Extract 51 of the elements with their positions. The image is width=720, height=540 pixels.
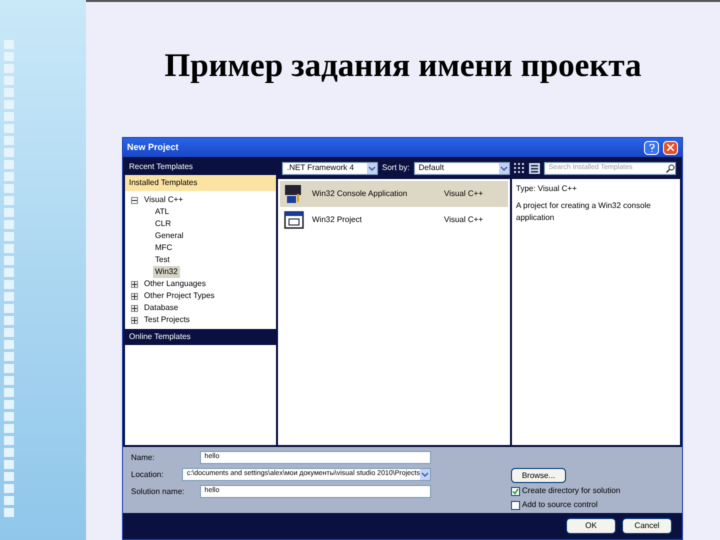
window-app-icon bbox=[284, 210, 304, 230]
sidebar-header[interactable]: Recent Templates bbox=[125, 159, 276, 175]
search-icon bbox=[666, 164, 675, 172]
expand-icon[interactable] bbox=[131, 280, 138, 288]
field-label: Location: bbox=[131, 468, 164, 480]
sort-label: Sort by: bbox=[382, 162, 410, 174]
close-icon bbox=[667, 144, 674, 151]
console-app-icon bbox=[284, 184, 304, 204]
template-name: Win32 Project bbox=[312, 214, 363, 226]
template-language: Visual C++ bbox=[444, 214, 484, 226]
expand-icon[interactable] bbox=[131, 292, 138, 300]
template-row[interactable]: Win32 Project Visual C++ bbox=[280, 207, 508, 233]
expand-icon[interactable] bbox=[131, 304, 138, 312]
field-label: Solution name: bbox=[131, 486, 186, 498]
question-icon bbox=[648, 144, 654, 152]
sort-dropdown[interactable]: Default bbox=[414, 162, 510, 174]
checkbox-label: Add to source control bbox=[522, 499, 598, 511]
cancel-button[interactable]: Cancel bbox=[622, 518, 672, 534]
framework-dropdown[interactable]: .NET Framework 4 bbox=[282, 162, 378, 174]
tree-item[interactable]: Test Projects bbox=[142, 314, 192, 326]
tree-item[interactable]: Database bbox=[142, 302, 180, 314]
tree-item[interactable]: MFC bbox=[153, 242, 174, 254]
tree-item[interactable]: CLR bbox=[153, 218, 174, 230]
sidebar-header[interactable]: Installed Templates bbox=[125, 175, 276, 191]
checkbox-label: Create directory for solution bbox=[522, 485, 620, 497]
field-label: Name: bbox=[131, 452, 156, 464]
help-button[interactable] bbox=[644, 140, 659, 154]
tree-item[interactable]: Test bbox=[153, 254, 172, 266]
checkbox[interactable] bbox=[511, 486, 520, 496]
template-description: A project for creating a Win32 console application bbox=[516, 200, 652, 224]
tree-item[interactable]: Other Languages bbox=[142, 278, 208, 290]
tree-item[interactable]: General bbox=[153, 230, 186, 242]
ok-button[interactable]: OK bbox=[566, 518, 616, 534]
template-type: Type: Visual C++ bbox=[516, 183, 578, 195]
template-language: Visual C++ bbox=[444, 188, 484, 200]
close-button[interactable] bbox=[663, 140, 678, 154]
tree-item[interactable]: Win32 bbox=[153, 266, 180, 278]
template-name: Win32 Console Application bbox=[312, 188, 408, 200]
expand-icon[interactable] bbox=[131, 316, 138, 324]
tree-item[interactable]: ATL bbox=[153, 206, 172, 218]
browse-button[interactable]: Browse... bbox=[511, 468, 566, 483]
tree-item[interactable]: Visual C++ bbox=[142, 194, 185, 206]
tree-item[interactable]: Other Project Types bbox=[142, 290, 217, 302]
slide-title: Пример задания имени проекта bbox=[164, 47, 642, 86]
grid-view-icon[interactable] bbox=[514, 162, 525, 174]
collapse-icon[interactable] bbox=[131, 196, 138, 204]
checkbox[interactable] bbox=[511, 500, 520, 510]
template-row[interactable]: Win32 Console Application Visual C++ bbox=[280, 181, 508, 207]
sidebar-header[interactable]: Online Templates bbox=[125, 329, 276, 345]
list-view-icon[interactable] bbox=[528, 162, 540, 174]
window-title: New Project bbox=[127, 140, 180, 154]
